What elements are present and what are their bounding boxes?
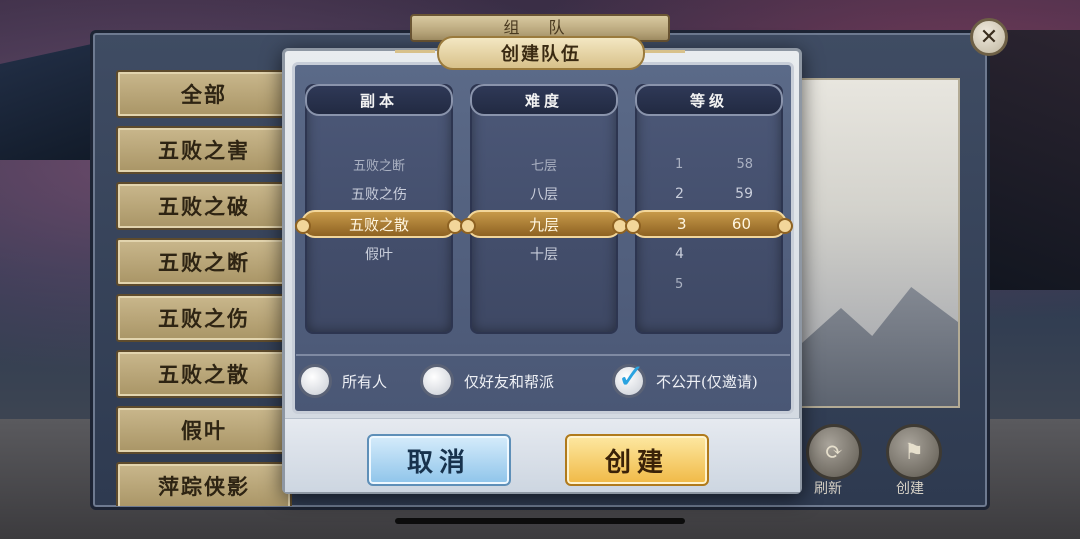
level-option-selected[interactable]: 3 60 — [625, 210, 793, 238]
dungeon-picker[interactable]: 副本 五败之断 五败之伤 五败之散 假叶 — [295, 84, 463, 334]
title-ornament-right — [645, 50, 685, 53]
title-ornament-left — [395, 50, 435, 53]
level-max-value: 58 — [736, 156, 753, 172]
level-option[interactable]: 2 59 — [637, 179, 781, 209]
confirm-create-button[interactable]: 创建 — [565, 434, 709, 486]
picker-option[interactable]: 八层 — [472, 179, 616, 209]
mountain-painting — [802, 287, 958, 406]
checkmark-icon[interactable] — [612, 357, 646, 398]
level-max-value: 60 — [731, 215, 751, 233]
level-option[interactable]: 1 58 — [637, 149, 781, 179]
picker-option[interactable]: 五败之断 — [307, 149, 451, 179]
visibility-option-label: 仅好友和帮派 — [464, 372, 555, 391]
category-item[interactable]: 全部 — [116, 70, 292, 118]
visibility-option-label: 所有人 — [342, 372, 388, 391]
level-option[interactable]: 5 — [637, 269, 781, 299]
flag-icon: ⚑ — [904, 439, 924, 465]
level-min-value: 3 — [677, 215, 687, 233]
category-item[interactable]: 五败之散 — [116, 350, 292, 398]
visibility-option-everyone[interactable]: 所有人 — [298, 364, 387, 398]
level-max-value: 59 — [735, 186, 753, 202]
create-team-button[interactable]: ⚑ — [886, 424, 942, 480]
pavilion-roof-right — [990, 30, 1080, 290]
visibility-option-invite-only[interactable]: 不公开(仅邀请) — [612, 357, 758, 398]
picker-option[interactable]: 假叶 — [307, 239, 451, 269]
visibility-option-label: 不公开(仅邀请) — [656, 372, 758, 391]
home-indicator — [395, 518, 685, 524]
picker-option[interactable]: 十层 — [472, 239, 616, 269]
visibility-option-friends-guild[interactable]: 仅好友和帮派 — [420, 364, 554, 398]
difficulty-picker[interactable]: 难度 七层 八层 九层 十层 — [460, 84, 628, 334]
category-item[interactable]: 五败之破 — [116, 182, 292, 230]
radio-unchecked-icon[interactable] — [420, 364, 454, 398]
level-min-value: 5 — [675, 276, 684, 292]
picker-option[interactable]: 七层 — [472, 149, 616, 179]
picker-option-selected[interactable]: 五败之散 — [295, 210, 463, 238]
dialog-button-bar — [285, 418, 800, 492]
refresh-label: 刷新 — [814, 481, 842, 497]
category-item[interactable]: 五败之害 — [116, 126, 292, 174]
category-item[interactable]: 萍踪侠影 — [116, 462, 292, 506]
options-divider — [296, 354, 790, 356]
level-min-value: 1 — [675, 156, 684, 172]
level-option[interactable]: 4 — [637, 239, 781, 269]
picker-option-selected[interactable]: 九层 — [460, 210, 628, 238]
level-min-value: 4 — [675, 246, 684, 262]
close-button[interactable]: ✕ — [970, 18, 1008, 56]
dialog-title: 创建队伍 — [437, 36, 645, 70]
refresh-button[interactable]: ⟳ — [806, 424, 862, 480]
cancel-button[interactable]: 取消 — [367, 434, 511, 486]
close-icon: ✕ — [979, 24, 999, 50]
difficulty-picker-header: 难度 — [470, 84, 618, 116]
dungeon-picker-header: 副本 — [305, 84, 453, 116]
level-picker[interactable]: 等级 1 58 2 59 3 60 4 5 — [625, 84, 793, 334]
category-item[interactable]: 假叶 — [116, 406, 292, 454]
category-item[interactable]: 五败之断 — [116, 238, 292, 286]
radio-unchecked-icon[interactable] — [298, 364, 332, 398]
category-item[interactable]: 五败之伤 — [116, 294, 292, 342]
team-preview-panel — [800, 78, 960, 408]
refresh-icon: ⟳ — [824, 439, 844, 465]
create-team-label: 创建 — [896, 481, 924, 497]
level-picker-header: 等级 — [635, 84, 783, 116]
level-min-value: 2 — [675, 186, 684, 202]
dungeon-category-list[interactable]: 全部 五败之害 五败之破 五败之断 五败之伤 五败之散 假叶 萍踪侠影 — [108, 70, 298, 506]
picker-option[interactable]: 五败之伤 — [307, 179, 451, 209]
